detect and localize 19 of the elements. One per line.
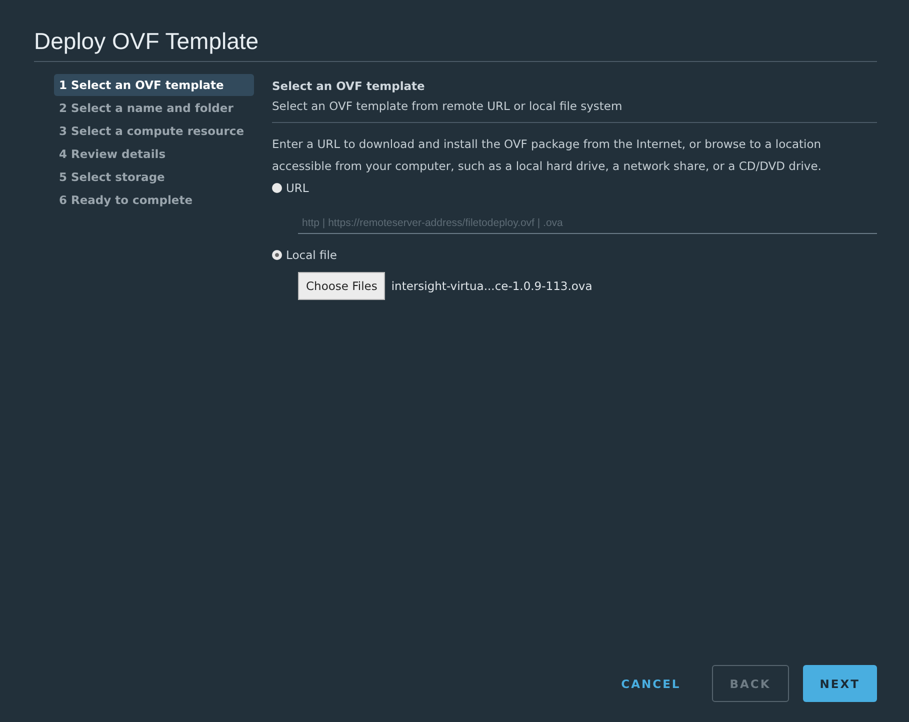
radio-label: Local file (286, 248, 337, 262)
file-name: intersight-virtua...ce-1.0.9-113.ova (391, 279, 592, 293)
section-heading: Select an OVF template (272, 78, 426, 93)
dialog-title: Deploy OVF Template (34, 28, 877, 62)
radio-button[interactable] (272, 250, 282, 260)
next-button[interactable]: NEXT (802, 665, 877, 702)
wizard-step[interactable]: 1 Select an OVF template (54, 74, 254, 96)
wizard-step[interactable]: 4 Review details (54, 143, 254, 165)
wizard-step[interactable]: 2 Select a name and folder (54, 97, 254, 119)
description-text: Enter a URL to download and install the OVF package from the Internet, or browse to a location accessible from your computer, such as a local hard drive, a network share, or a CD/DVD drive. (272, 136, 822, 175)
url-field[interactable]: http | https://remoteserver-address/filetodeploy.ovf | .ova (298, 213, 877, 234)
wizard-step[interactable]: 6 Ready to complete (54, 189, 254, 211)
wizard-step[interactable]: 5 Select storage (54, 166, 254, 188)
radio-button[interactable] (272, 183, 282, 193)
choose-files-button[interactable]: Choose Files (298, 272, 386, 300)
wizard-step[interactable]: 3 Select a compute resource (54, 120, 254, 142)
radio-label: URL (286, 181, 309, 195)
section-subheading: Select an OVF template from remote URL or local file system (272, 93, 877, 123)
cancel-button[interactable]: CANCEL (604, 665, 698, 702)
